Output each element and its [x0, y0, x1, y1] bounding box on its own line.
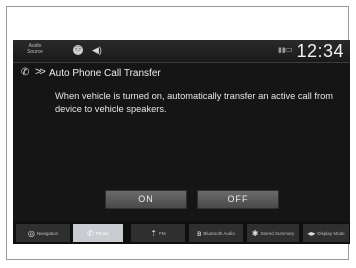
tab-label: FM — [159, 230, 166, 236]
bottom-bar: ◎ Navigation ✆ Phone ⇡ FM ʙ Bluetooth Au… — [13, 222, 350, 244]
display-icon: ◂▸ — [307, 228, 316, 238]
tab-label: Display Mode — [317, 230, 345, 236]
navigation-icon: ◎ — [27, 228, 35, 238]
infotainment-screen: Audio Source ⚇ ◀) ▮▮ ▭ 12:34 ✆ >> Auto P… — [13, 40, 350, 244]
radio-icon: ⇡ — [150, 228, 158, 238]
battery-icon: ▭ — [285, 45, 293, 54]
tab-display-mode[interactable]: ◂▸ Display Mode — [303, 224, 349, 242]
tab-label: Bluetooth Audio — [203, 230, 235, 236]
phone-icon: ✆ — [21, 67, 30, 78]
connection-icon: ⚇ — [73, 45, 83, 55]
stored-icon: ✱ — [251, 228, 259, 238]
tab-label: Phone — [95, 230, 109, 236]
tab-phone[interactable]: ✆ Phone — [73, 224, 123, 242]
page-title: Auto Phone Call Transfer — [49, 68, 161, 79]
status-bar: Audio Source ⚇ ◀) ▮▮ ▭ 12:34 — [13, 40, 350, 62]
tab-label: Navigation — [36, 230, 59, 236]
bluetooth-icon: ʙ — [197, 228, 202, 238]
tab-navigation[interactable]: ◎ Navigation — [16, 224, 70, 242]
clock: 12:34 — [296, 41, 344, 61]
tab-stored-summary[interactable]: ✱ Stored Summary — [247, 224, 299, 242]
phone-icon: ✆ — [87, 228, 94, 238]
setting-description: When vehicle is turned on, automatically… — [55, 91, 333, 114]
on-button[interactable]: ON — [105, 190, 187, 209]
audio-source-button[interactable]: Audio Source — [21, 43, 49, 55]
breadcrumb-chevron-icon: >> — [35, 66, 46, 78]
tab-fm[interactable]: ⇡ FM — [131, 224, 185, 242]
status-divider — [13, 62, 350, 63]
off-button[interactable]: OFF — [197, 190, 279, 209]
tab-label: Stored Summary — [260, 230, 295, 236]
tab-bluetooth-audio[interactable]: ʙ Bluetooth Audio — [189, 224, 243, 242]
speaker-icon: ◀) — [92, 45, 102, 55]
page-frame: Audio Source ⚇ ◀) ▮▮ ▭ 12:34 ✆ >> Auto P… — [6, 6, 350, 260]
